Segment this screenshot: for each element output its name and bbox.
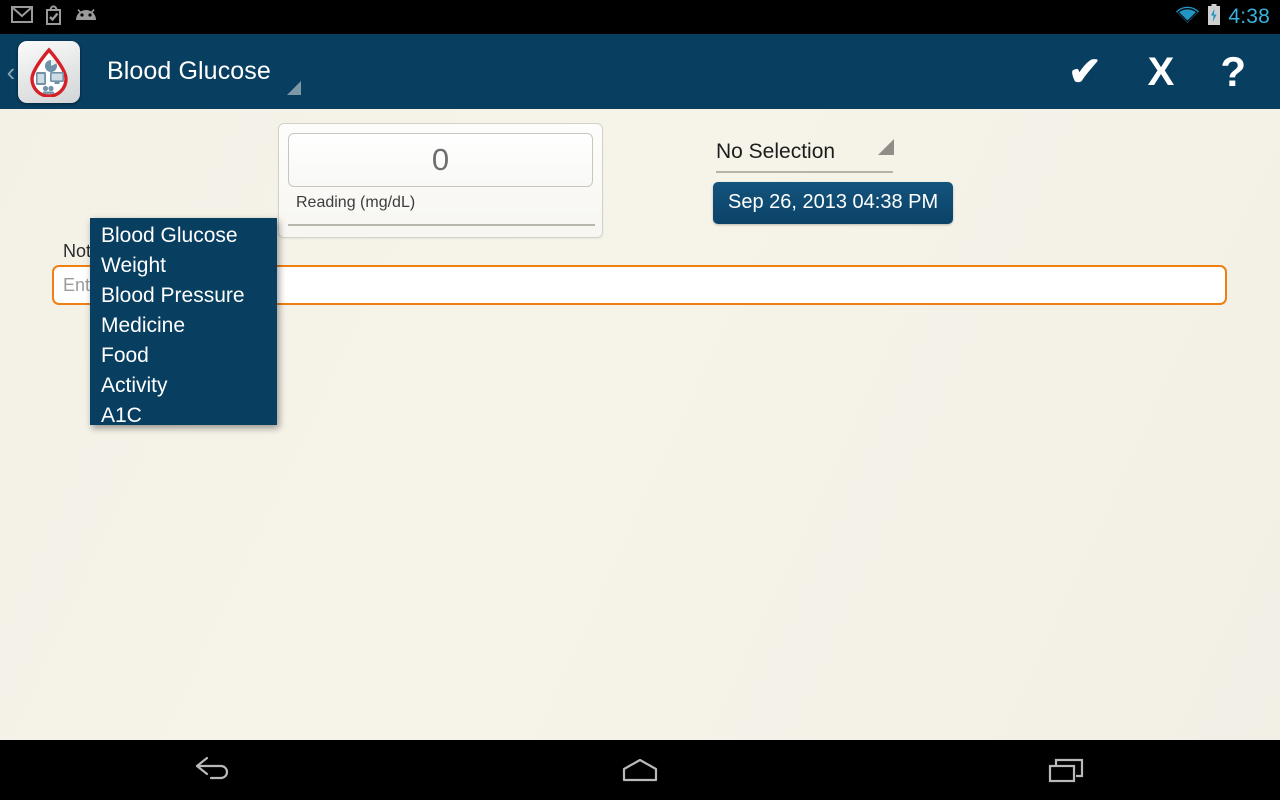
reading-card: Reading (mg/dL) [278,123,603,238]
home-nav-icon[interactable] [580,740,700,800]
dropdown-item-a1c[interactable]: A1C [90,401,277,431]
selection-spinner[interactable]: No Selection [716,139,896,173]
dropdown-item-activity[interactable]: Activity [90,371,277,401]
play-store-icon [44,4,63,30]
reading-label: Reading (mg/dL) [296,194,416,211]
battery-charging-icon [1207,4,1221,30]
confirm-button[interactable]: ✔ [1068,52,1102,92]
category-dropdown-menu[interactable]: Blood Glucose Weight Blood Pressure Medi… [90,218,277,427]
android-navigation-bar [0,740,1280,800]
status-bar-system-icons: 4:38 [1175,4,1280,30]
chevron-down-icon [286,81,301,95]
title-spinner[interactable]: Blood Glucose [107,34,301,109]
dropdown-item-blood-glucose[interactable]: Blood Glucose [90,221,277,251]
gmail-icon [11,6,33,28]
main-content-area: Reading (mg/dL) No Selection Sep 26, 201… [0,109,1280,740]
date-time-button[interactable]: Sep 26, 2013 04:38 PM [713,182,954,224]
reading-underline [288,224,595,226]
cancel-button[interactable]: X [1148,52,1175,92]
selection-underline [716,171,893,173]
recents-nav-icon[interactable] [1007,740,1127,800]
android-head-icon [74,7,98,27]
app-header-bar: ‹ Blood Glucose ✔ X ? [0,34,1280,109]
reading-input[interactable] [288,133,593,187]
status-bar-notification-icons [0,4,98,30]
status-bar-clock: 4:38 [1228,5,1270,28]
selection-value: No Selection [716,140,836,163]
dropdown-item-medicine[interactable]: Medicine [90,311,277,341]
wifi-icon [1175,6,1200,29]
dropdown-item-weight[interactable]: Weight [90,251,277,281]
android-status-bar: 4:38 [0,0,1280,34]
chevron-down-icon [878,139,894,155]
dropdown-item-blood-pressure[interactable]: Blood Pressure [90,281,277,311]
app-bar-actions: ✔ X ? [1068,50,1280,93]
blood-drop-app-icon[interactable] [18,40,80,103]
page-title: Blood Glucose [107,57,271,85]
help-button[interactable]: ? [1220,50,1246,93]
back-nav-icon[interactable] [153,740,273,800]
device-screen: 4:38 ‹ Blood Glucose ✔ X ? 0 Reading (mg… [0,0,1280,800]
dropdown-item-food[interactable]: Food [90,341,277,371]
